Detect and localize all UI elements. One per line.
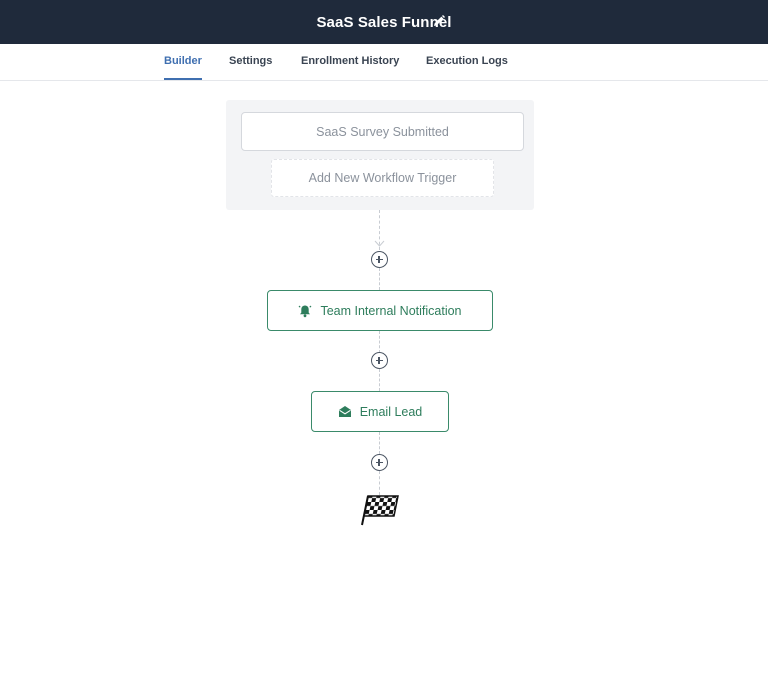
tab-execution-logs[interactable]: Execution Logs	[426, 44, 508, 80]
action-email-lead[interactable]: Email Lead	[311, 391, 449, 432]
bell-icon	[299, 305, 312, 317]
top-bar: SaaS Sales Funnel	[0, 0, 768, 44]
tab-enrollment-history[interactable]: Enrollment History	[301, 44, 399, 80]
pencil-icon[interactable]	[432, 14, 446, 28]
connector-line	[379, 331, 380, 353]
tab-bar: Builder Settings Enrollment History Exec…	[0, 44, 768, 81]
action-label: Team Internal Notification	[320, 303, 462, 318]
action-label: Email Lead	[359, 404, 423, 419]
envelope-icon	[338, 406, 351, 417]
connector-line	[379, 432, 380, 454]
tab-settings[interactable]: Settings	[229, 44, 272, 80]
trigger-card[interactable]: SaaS Survey Submitted	[241, 112, 524, 151]
connector-line	[379, 268, 380, 290]
connector-line	[379, 369, 380, 391]
add-step-button[interactable]	[371, 251, 388, 268]
connector-line	[379, 471, 380, 495]
add-trigger-button[interactable]: Add New Workflow Trigger	[271, 159, 494, 197]
add-step-button[interactable]	[371, 454, 388, 471]
add-step-button[interactable]	[371, 352, 388, 369]
tab-builder[interactable]: Builder	[164, 44, 202, 80]
checkered-flag-icon	[361, 495, 399, 526]
arrow-down-icon	[374, 240, 385, 247]
action-team-internal-notification[interactable]: Team Internal Notification	[267, 290, 493, 331]
